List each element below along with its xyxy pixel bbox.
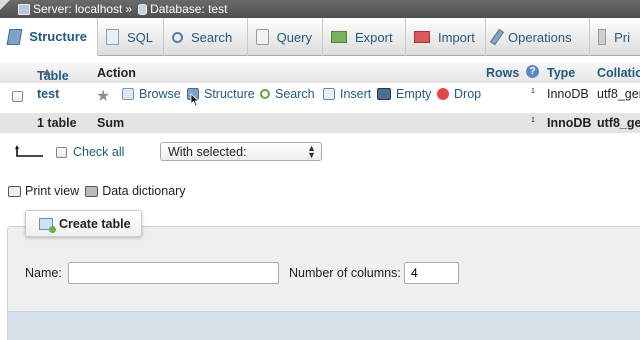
sql-icon [106,29,119,45]
select-arrows-icon: ▲ ▼ [307,143,316,160]
server-icon [18,3,30,15]
printer-icon [8,185,21,197]
check-all-label[interactable]: Check all [73,145,124,159]
tab-export[interactable]: Export [323,18,406,56]
tab-label: Query [276,29,312,45]
summary-count: 1 table [37,116,77,130]
insert-label: Insert [340,87,372,101]
summary-rows: 1 [531,116,535,130]
tab-sql[interactable]: SQL [98,18,164,56]
summary-row: 1 table Sum 1 InnoDB utf8_ger [0,113,640,133]
name-label: Name: [25,266,62,280]
search-icon [260,89,270,99]
table-header: Table Action Rows ? Type Collatio [0,63,640,83]
header-type[interactable]: Type [547,66,575,80]
create-table-label: Create table [59,216,131,231]
tab-label: SQL [126,29,153,45]
header-action: Action [97,66,136,80]
structure-icon [6,28,23,45]
tab-structure[interactable]: Structure [0,18,98,56]
arrow-ltr-icon [15,145,43,157]
summary-type: InnoDB [547,116,592,130]
mouse-cursor-icon [190,93,200,107]
header-table-label: Table [37,69,69,83]
tab-query[interactable]: Query [248,18,323,56]
print-view-label: Print view [25,184,80,198]
favorite-star-icon[interactable]: ★ [96,86,110,106]
database-icon [138,3,148,15]
tab-label: Export [355,29,393,45]
columns-label: Number of columns: [289,266,401,280]
utility-links: Print view Data dictionary [8,184,192,198]
table-name-input[interactable] [68,262,279,284]
empty-icon [377,88,391,100]
tab-import[interactable]: Import [406,18,486,56]
create-table-icon [39,218,56,233]
structure-label: Structure [204,87,255,101]
data-dictionary-label: Data dictionary [102,184,186,198]
operations-icon [489,28,505,46]
table-row: test ★ Browse Structure Search Insert Em… [0,84,640,108]
privileges-icon [598,29,607,45]
breadcrumb-separator: » [125,2,133,16]
check-all-bar: Check all With selected: ▲ ▼ [0,140,640,166]
tab-label: Structure [29,29,87,44]
breadcrumb-server[interactable]: Server: localhost [33,2,122,16]
summary-rows-value: 1 [531,116,535,124]
tab-privileges[interactable]: Pri [590,18,640,56]
browse-label: Browse [139,87,181,101]
empty-label: Empty [396,87,432,101]
panel-footer [8,311,640,340]
dictionary-icon [85,185,99,197]
import-icon [414,31,430,43]
print-view-link[interactable]: Print view [8,184,79,198]
breadcrumb-database[interactable]: Database: test [150,2,227,16]
row-type: InnoDB [547,87,589,101]
create-table-button[interactable]: Create table [25,210,142,237]
number-of-columns-input[interactable] [404,262,459,284]
tab-label: Pri [614,29,630,45]
header-rows[interactable]: Rows [486,66,519,80]
row-count-value: 1 [531,87,535,95]
with-selected-select[interactable]: With selected: ▲ ▼ [160,142,322,161]
search-action[interactable]: Search [260,87,315,101]
tab-bar: Structure SQL Search Query Export Import… [0,18,640,56]
summary-collation: utf8_ger [597,116,640,130]
tab-operations[interactable]: Operations [486,18,590,56]
tab-label: Search [191,29,233,45]
row-checkbox[interactable] [12,91,23,102]
table-name-link[interactable]: test [37,87,59,101]
data-dictionary-link[interactable]: Data dictionary [85,184,186,198]
drop-action[interactable]: Drop [437,87,481,101]
search-icon [172,31,183,43]
search-label: Search [275,87,315,101]
with-selected-value: With selected: [168,145,247,159]
breadcrumb: Server: localhost » Database: test [0,0,640,18]
browse-action[interactable]: Browse [122,87,181,101]
tab-search[interactable]: Search [164,18,248,56]
drop-label: Drop [454,87,482,101]
insert-icon [323,88,335,100]
tab-label: Import [438,29,475,45]
row-collation: utf8_ger [597,87,640,101]
tab-label: Operations [508,29,572,45]
export-icon [331,31,347,43]
help-icon[interactable]: ? [526,65,539,78]
drop-icon [437,88,449,100]
check-all-checkbox[interactable] [56,147,67,158]
insert-action[interactable]: Insert [323,87,371,101]
sort-ascending-icon [43,69,51,75]
summary-label: Sum [97,116,125,130]
empty-action[interactable]: Empty [377,87,431,101]
row-count: 1 [531,87,535,101]
browse-icon [122,88,134,100]
query-icon [256,29,269,45]
header-collation[interactable]: Collatio [597,66,640,80]
corner-fold-icon [0,0,10,10]
